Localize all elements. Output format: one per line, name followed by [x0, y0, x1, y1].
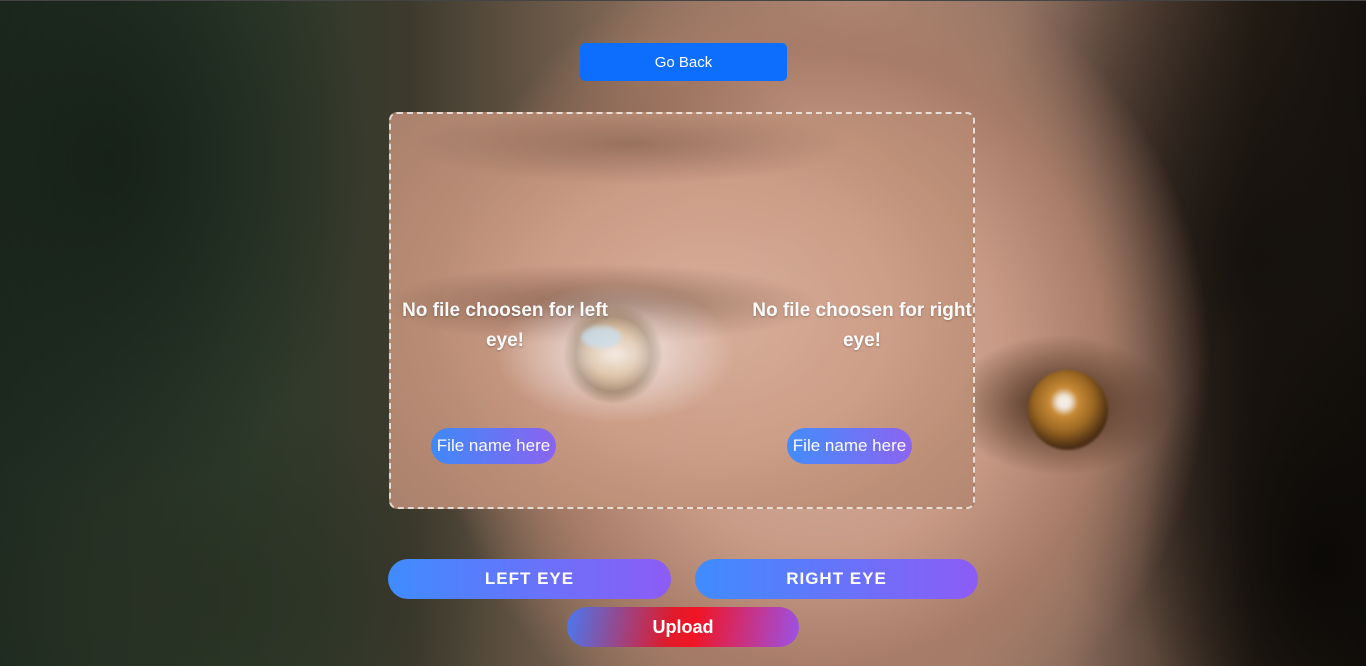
upload-drop-zone[interactable]: No file choosen for left eye! No file ch… [389, 112, 975, 509]
upload-button[interactable]: Upload [567, 607, 799, 647]
right-eye-button[interactable]: RIGHT EYE [695, 559, 978, 599]
top-border [0, 0, 1366, 1]
eye-upload-page: Go Back No file choosen for left eye! No… [0, 0, 1366, 666]
right-eye-status-message: No file choosen for right eye! [752, 300, 972, 351]
left-eye-button[interactable]: LEFT EYE [388, 559, 671, 599]
background-right-eye [1028, 370, 1108, 450]
left-eye-status-message: No file choosen for left eye! [402, 300, 608, 351]
right-eye-file-name: File name here [787, 428, 912, 464]
left-eye-file-name: File name here [431, 428, 556, 464]
go-back-button[interactable]: Go Back [580, 43, 787, 81]
